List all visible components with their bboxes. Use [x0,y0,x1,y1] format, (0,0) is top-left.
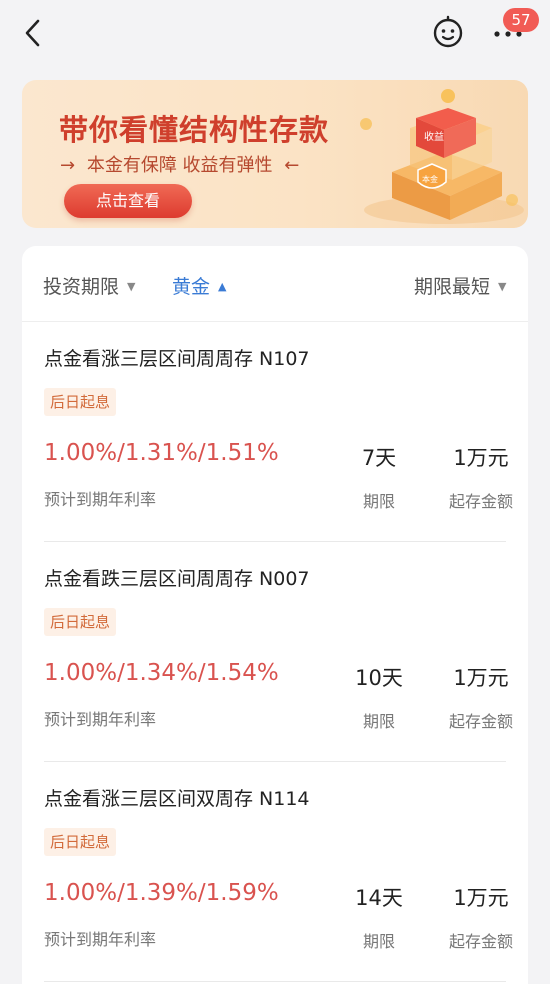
term-label: 期限 [362,932,395,951]
back-button[interactable] [18,16,50,50]
term-value: 14天 [355,886,403,910]
interest-rate: 1.00%/1.34%/1.54% [44,660,279,686]
term-label: 期限 [362,492,395,511]
product-name: 点金看涨三层区间周周存 N107 [44,348,310,370]
product-name: 点金看涨三层区间双周存 N114 [44,788,310,810]
top-bar: 57 [0,0,550,66]
product-item[interactable]: 点金看涨三层区间双周存 N114 后日起息 1.00%/1.39%/1.59% … [44,762,513,982]
interest-start-tag: 后日起息 [44,608,117,636]
arrow-left-icon: ← [284,155,300,176]
interest-start-tag: 后日起息 [44,388,117,416]
min-amount-label: 起存金额 [448,932,513,951]
product-panel: 投资期限 ▼ 黄金 ▲ 期限最短 ▼ 点金看涨三层区间周周存 N107 后日起息 1.… [22,246,528,984]
caret-down-icon: ▼ [127,280,136,293]
min-amount-value: 1万元 [453,666,509,690]
promo-banner[interactable]: 带你看懂结构性存款 → 本金有保障 收益有弹性 ← 点击查看 收益 本金 [22,80,528,228]
banner-subtitle-text: 本金有保障 收益有弹性 [86,155,273,176]
assistant-button[interactable] [430,14,466,50]
term-value: 7天 [361,446,397,470]
filter-label: 黄金 [172,276,211,298]
interest-rate: 1.00%/1.39%/1.59% [44,880,279,906]
view-button[interactable]: 点击查看 [64,184,192,218]
term-value: 10天 [355,666,403,690]
notification-badge: 57 [503,8,539,32]
min-amount-label: 起存金额 [448,712,513,731]
filter-shortest-term[interactable]: 期限最短 ▼ [414,272,506,299]
filter-label: 期限最短 [414,276,491,298]
art-label-shield: 本金 [422,174,438,184]
product-name: 点金看跌三层区间周周存 N007 [44,568,310,590]
interest-rate-label: 预计到期年利率 [44,710,157,729]
min-amount-label: 起存金额 [448,492,513,511]
min-amount-value: 1万元 [453,446,509,470]
product-item[interactable]: 点金看涨三层区间周周存 N107 后日起息 1.00%/1.31%/1.51% … [44,322,513,542]
filter-investment-term[interactable]: 投资期限 ▼ [43,272,135,299]
filter-gold[interactable]: 黄金 ▲ [172,272,226,299]
interest-rate-label: 预计到期年利率 [44,930,157,949]
term-label: 期限 [362,712,395,731]
interest-rate-label: 预计到期年利率 [44,490,157,509]
banner-subtitle: → 本金有保障 收益有弹性 ← [60,151,299,177]
min-amount-value: 1万元 [453,886,509,910]
interest-start-tag: 后日起息 [44,828,117,856]
interest-rate: 1.00%/1.31%/1.51% [44,440,279,466]
art-label-top: 收益 [424,130,444,143]
product-item[interactable]: 点金看跌三层区间周周存 N007 后日起息 1.00%/1.34%/1.54% … [44,542,513,762]
caret-down-icon: ▼ [498,280,507,293]
banner-title: 带你看懂结构性存款 [59,113,330,147]
chevron-left-icon [25,19,40,47]
arrow-right-icon: → [60,155,76,176]
caret-up-icon: ▲ [218,280,227,293]
filter-bar: 投资期限 ▼ 黄金 ▲ 期限最短 ▼ [22,246,528,322]
deposit-box-illustration: 收益 本金 [360,89,524,224]
filter-label: 投资期限 [43,276,120,298]
smiley-face-icon [433,15,463,48]
